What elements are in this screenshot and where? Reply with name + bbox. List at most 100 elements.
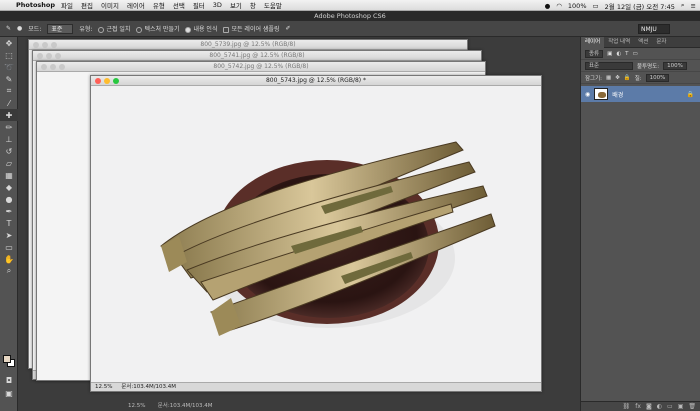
dodge-tool-icon[interactable]: ● [0,193,18,205]
menu-type[interactable]: 유형 [153,0,165,10]
brush-tool-icon[interactable]: ✏ [0,121,18,133]
lock-all-icon[interactable]: 🔒 [624,75,631,81]
quick-select-tool-icon[interactable]: ✎ [0,73,18,85]
eyedropper-tool-icon[interactable]: ⁄ [0,97,18,109]
battery-label[interactable]: 100% [568,2,587,10]
fx-icon[interactable]: fx [635,403,641,410]
spot-healing-icon[interactable]: ✎ [6,25,11,32]
document-window-5743[interactable]: 800_5743.jpg @ 12.5% (RGB/8) * 12.5% 문서:… [90,75,542,392]
history-brush-tool-icon[interactable]: ↺ [0,145,18,157]
menu-layer[interactable]: 레이어 [127,0,145,10]
healing-brush-tool-icon[interactable]: ✚ [0,109,18,121]
minimize-icon[interactable] [104,78,110,84]
back-document-status: 12.5% 문서:103.4M/103.4M [128,402,213,411]
menu-select[interactable]: 선택 [173,0,185,10]
type-radio-texture[interactable]: 텍스처 만들기 [136,24,179,33]
menu-image[interactable]: 이미지 [101,0,119,10]
close-icon[interactable] [95,78,101,84]
opacity-input[interactable]: 100% [663,61,687,70]
move-tool-icon[interactable]: ✥ [0,37,18,49]
document-title-bar[interactable]: 800_5742.jpg @ 12.5% (RGB/8) [37,62,485,72]
visibility-eye-icon[interactable]: ◉ [585,91,590,98]
menu-view[interactable]: 보기 [230,0,242,10]
document-title-bar[interactable]: 800_5743.jpg @ 12.5% (RGB/8) * [91,76,541,86]
color-swatches[interactable] [3,355,15,367]
clone-stamp-tool-icon[interactable]: ⊥ [0,133,18,145]
document-title-bar[interactable]: 800_5741.jpg @ 12.5% (RGB/8) [33,51,481,61]
app-title: Adobe Photoshop CS6 [0,11,700,21]
crop-tool-icon[interactable]: ⌗ [0,85,18,97]
menu-help[interactable]: 도움말 [264,0,282,10]
clock[interactable]: 2월 12일 (금) 오전 7:45 [605,1,675,11]
foreground-color-swatch[interactable] [3,355,11,363]
menu-filter[interactable]: 필터 [193,0,205,10]
add-mask-icon[interactable]: ◙ [646,403,652,410]
menu-3d[interactable]: 3D [213,1,222,9]
type-radio-proximity[interactable]: 근접 일치 [98,24,130,33]
zoom-icon[interactable] [113,78,119,84]
filter-shape-icon[interactable]: ▭ [633,51,638,57]
back-zoom-level: 12.5% [128,403,146,409]
brush-preset-icon[interactable]: ● [17,25,22,32]
gradient-tool-icon[interactable]: ▦ [0,169,18,181]
app-menu[interactable]: Photoshop [16,1,55,9]
quick-mask-icon[interactable]: ◘ [0,374,18,386]
menu-list-icon[interactable]: ≡ [691,2,696,10]
menu-edit[interactable]: 편집 [81,0,93,10]
type-tool-icon[interactable]: T [0,217,18,229]
filter-type-icon[interactable]: T [625,51,628,57]
lock-row: 잠그기: ▦ ✥ 🔒 칠: 100% [581,72,700,84]
search-icon[interactable]: ⌕ [681,1,685,10]
mode-select[interactable]: 표준 [47,23,74,34]
hand-tool-icon[interactable]: ✋ [0,253,18,265]
link-layers-icon[interactable]: ⛓ [623,403,631,410]
eraser-tool-icon[interactable]: ▱ [0,157,18,169]
panel-tabs: 레이어 작업 내역 액션 문자 [581,36,700,48]
zoom-level[interactable]: 12.5% [95,384,112,390]
lasso-tool-icon[interactable]: ➰ [0,61,18,73]
opacity-label: 불투명도: [637,63,660,70]
mac-menubar: Photoshop 파일 편집 이미지 레이어 유형 선택 필터 3D 보기 창… [0,0,700,11]
layer-background[interactable]: ◉ 배경 🔒 [581,86,700,102]
filter-adjust-icon[interactable]: ◐ [616,51,621,57]
blur-tool-icon[interactable]: ◆ [0,181,18,193]
lock-pixels-icon[interactable]: ▦ [606,75,611,81]
fill-input[interactable]: 100% [645,73,670,82]
pen-tool-icon[interactable]: ✒ [0,205,18,217]
filter-pixel-icon[interactable]: ▣ [607,51,612,57]
blend-mode-select[interactable]: 표준 [585,61,633,70]
new-layer-icon[interactable]: ▣ [678,403,684,410]
layer-name[interactable]: 배경 [612,90,623,99]
adjustment-icon[interactable]: ◐ [657,403,662,410]
document-area: 800_5739.jpg @ 12.5% (RGB/8) 800_5741.jp… [18,37,580,411]
marquee-tool-icon[interactable]: ⬚ [0,49,18,61]
document-title: 800_5743.jpg @ 12.5% (RGB/8) * [265,77,367,84]
battery-icon[interactable]: ▭ [593,2,599,10]
kind-filter-select[interactable]: 종류 [585,49,604,58]
tab-character[interactable]: 문자 [652,37,670,48]
chat-icon[interactable]: ● [545,2,551,10]
type-radio-content-aware[interactable]: 내용 인식 [185,24,217,33]
tab-history[interactable]: 작업 내역 [604,37,634,48]
new-group-icon[interactable]: ▭ [667,403,673,410]
sample-all-layers-checkbox[interactable]: 모든 레이어 샘플링 [223,24,279,33]
image-canvas[interactable] [91,86,541,382]
options-bar: ✎ ● 모드: 표준 유형: 근접 일치 텍스처 만들기 내용 인식 모든 레이… [0,21,700,37]
tab-actions[interactable]: 액션 [634,37,652,48]
menu-file[interactable]: 파일 [61,0,73,10]
lock-icon: 🔒 [686,90,694,98]
document-size[interactable]: 문서:103.4M/103.4M [121,384,176,390]
zoom-tool-icon[interactable]: ⌕ [0,265,18,277]
delete-layer-icon[interactable]: 🗑 [688,403,696,410]
lock-move-icon[interactable]: ✥ [615,75,620,81]
path-select-tool-icon[interactable]: ➤ [0,229,18,241]
shape-tool-icon[interactable]: ▭ [0,241,18,253]
kind-filter-row: 종류 ▣ ◐ T ▭ [581,48,700,60]
menu-window[interactable]: 창 [250,0,256,10]
tab-layers[interactable]: 레이어 [581,36,605,48]
document-title-bar[interactable]: 800_5739.jpg @ 12.5% (RGB/8) [29,40,467,50]
wifi-icon[interactable]: ◠ [556,2,562,10]
screen-mode-icon[interactable]: ▣ [0,387,18,399]
pressure-icon[interactable]: ✐ [285,25,290,32]
workspace-select[interactable]: NMJU [638,24,670,34]
